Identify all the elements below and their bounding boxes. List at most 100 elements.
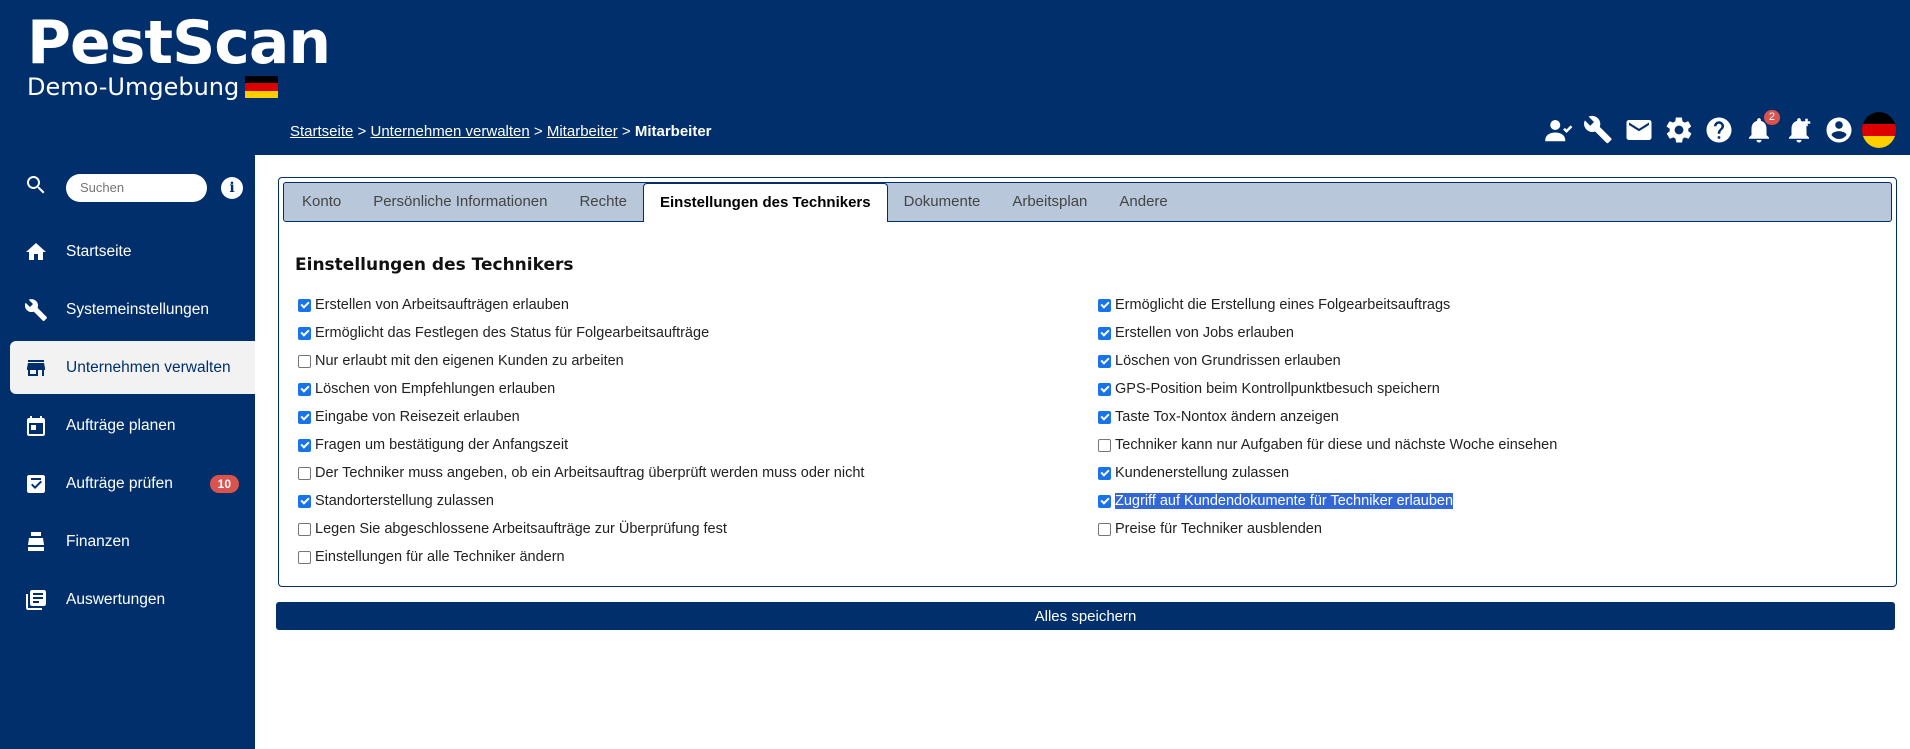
checkbox-unchecked[interactable] [298, 466, 311, 480]
setting-option[interactable]: Einstellungen für alle Techniker ändern [298, 543, 864, 571]
sidebar-item-label: Systemeinstellungen [66, 300, 210, 318]
sidebar-item-finanzen[interactable]: Finanzen [10, 515, 255, 568]
setting-option[interactable]: Eingabe von Reisezeit erlauben [298, 403, 864, 431]
setting-option[interactable]: Preise für Techniker ausblenden [1098, 515, 1557, 543]
breadcrumb-separator: > [533, 123, 543, 140]
settings-column-left: Erstellen von Arbeitsaufträgen erlauben E… [298, 291, 864, 571]
setting-option[interactable]: Nur erlaubt mit den eigenen Kunden zu ar… [298, 347, 864, 375]
account-icon[interactable] [1822, 112, 1856, 148]
checkbox-checked[interactable] [1098, 494, 1111, 508]
setting-option[interactable]: GPS-Position beim Kontrollpunktbesuch sp… [1098, 375, 1557, 403]
tools-icon[interactable] [1582, 112, 1616, 148]
search-icon[interactable] [24, 173, 48, 202]
setting-label: Kundenerstellung zulassen [1115, 465, 1290, 481]
sidebar-item-auftraege-pruefen[interactable]: Aufträge prüfen 10 [10, 457, 255, 510]
notifications-bell-icon[interactable]: 2 [1742, 110, 1780, 148]
sidebar-item-label: Aufträge prüfen [66, 474, 173, 492]
checkbox-checked[interactable] [1098, 466, 1111, 480]
breadcrumb-unternehmen-verwalten[interactable]: Unternehmen verwalten [370, 123, 529, 140]
breadcrumb-mitarbeiter[interactable]: Mitarbeiter [547, 123, 618, 140]
sidebar-item-startseite[interactable]: Startseite [10, 225, 255, 278]
checkbox-checked[interactable] [298, 438, 311, 452]
sidebar-item-auswertungen[interactable]: Auswertungen [10, 573, 255, 626]
tab-andere[interactable]: Andere [1103, 183, 1183, 221]
setting-option[interactable]: Kundenerstellung zulassen [1098, 459, 1557, 487]
setting-option[interactable]: Standorterstellung zulassen [298, 487, 864, 515]
section-title: Einstellungen des Technikers [295, 255, 574, 275]
main-content: Konto Persönliche Informationen Rechte E… [255, 155, 1910, 749]
sidebar-nav: Startseite Systemeinstellungen Unternehm… [10, 225, 255, 631]
checkbox-unchecked[interactable] [298, 354, 311, 368]
language-flag-de-icon[interactable] [1862, 112, 1896, 148]
tab-bar: Konto Persönliche Informationen Rechte E… [283, 182, 1892, 222]
checkbox-checked[interactable] [1098, 382, 1111, 396]
users-icon[interactable] [1542, 112, 1576, 148]
sidebar-item-unternehmen-verwalten[interactable]: Unternehmen verwalten [10, 341, 255, 394]
setting-label: Techniker kann nur Aufgaben für diese un… [1115, 437, 1558, 453]
setting-option[interactable]: Zugriff auf Kundendokumente für Technike… [1098, 487, 1557, 515]
setting-option[interactable]: Ermöglicht die Erstellung eines Folgearb… [1098, 291, 1557, 319]
header-toolbar: 2 [1542, 110, 1896, 148]
pending-count-badge: 10 [209, 474, 239, 493]
checkbox-checked[interactable] [298, 494, 311, 508]
checkbox-checked[interactable] [1098, 410, 1111, 424]
tab-arbeitsplan[interactable]: Arbeitsplan [996, 183, 1103, 221]
setting-option[interactable]: Löschen von Empfehlungen erlauben [298, 375, 864, 403]
breadcrumb-current: Mitarbeiter [634, 123, 712, 140]
checkbox-unchecked[interactable] [1098, 522, 1111, 536]
setting-label: Zugriff auf Kundendokumente für Technike… [1115, 493, 1454, 509]
logo[interactable]: PestScan Demo-Umgebung [27, 8, 331, 100]
cash-register-icon [28, 531, 44, 551]
setting-option[interactable]: Ermöglicht das Festlegen des Status für … [298, 319, 864, 347]
checkbox-checked[interactable] [1098, 298, 1111, 312]
checkbox-unchecked[interactable] [298, 550, 311, 564]
info-icon[interactable]: i [221, 176, 243, 199]
checkbox-checked[interactable] [298, 410, 311, 424]
setting-option[interactable]: Legen Sie abgeschlossene Arbeitsaufträge… [298, 515, 864, 543]
checkbox-unchecked[interactable] [1098, 438, 1111, 452]
setting-option[interactable]: Erstellen von Jobs erlauben [1098, 319, 1557, 347]
mail-icon[interactable] [1622, 112, 1656, 148]
breadcrumb: Startseite > Unternehmen verwalten > Mit… [290, 123, 712, 140]
tab-rechte[interactable]: Rechte [563, 183, 643, 221]
store-icon [27, 359, 45, 376]
setting-option[interactable]: Fragen um bestätigung der Anfangszeit [298, 431, 864, 459]
tab-persoenliche-informationen[interactable]: Persönliche Informationen [357, 183, 563, 221]
setting-label: Legen Sie abgeschlossene Arbeitsaufträge… [315, 521, 727, 537]
setting-label: Taste Tox-Nontox ändern anzeigen [1115, 409, 1339, 425]
save-all-button[interactable]: Alles speichern [276, 602, 1895, 630]
sidebar-item-label: Startseite [66, 242, 132, 260]
breadcrumb-separator: > [621, 123, 631, 140]
gear-icon[interactable] [1662, 112, 1696, 148]
bell-add-icon[interactable] [1782, 112, 1816, 148]
tab-einstellungen-des-technikers[interactable]: Einstellungen des Technikers [643, 183, 888, 222]
search-input[interactable] [66, 173, 207, 202]
tab-dokumente[interactable]: Dokumente [888, 183, 997, 221]
sidebar-item-label: Auswertungen [66, 590, 166, 608]
setting-option[interactable]: Taste Tox-Nontox ändern anzeigen [1098, 403, 1557, 431]
setting-option[interactable]: Erstellen von Arbeitsaufträgen erlauben [298, 291, 864, 319]
checkbox-checked[interactable] [298, 382, 311, 396]
help-icon[interactable] [1702, 112, 1736, 148]
setting-option[interactable]: Techniker kann nur Aufgaben für diese un… [1098, 431, 1557, 459]
checkbox-checked[interactable] [1098, 326, 1111, 340]
checkbox-unchecked[interactable] [298, 522, 311, 536]
setting-option[interactable]: Löschen von Grundrissen erlauben [1098, 347, 1557, 375]
checkbox-checked[interactable] [298, 298, 311, 312]
setting-option[interactable]: Der Techniker muss angeben, ob ein Arbei… [298, 459, 864, 487]
sidebar-item-auftraege-planen[interactable]: Aufträge planen [10, 399, 255, 452]
wrench-icon [24, 298, 47, 321]
sidebar-item-systemeinstellungen[interactable]: Systemeinstellungen [10, 283, 255, 336]
setting-label: GPS-Position beim Kontrollpunktbesuch sp… [1115, 381, 1440, 397]
checkbox-checked[interactable] [298, 326, 311, 340]
german-flag-icon [245, 76, 279, 98]
reports-icon [26, 589, 46, 610]
setting-label: Eingabe von Reisezeit erlauben [315, 409, 520, 425]
sidebar-item-label: Finanzen [66, 532, 130, 550]
setting-label: Nur erlaubt mit den eigenen Kunden zu ar… [315, 353, 624, 369]
setting-label: Standorterstellung zulassen [315, 493, 494, 509]
breadcrumb-startseite[interactable]: Startseite [290, 123, 353, 140]
checkbox-checked[interactable] [1098, 354, 1111, 368]
tab-konto[interactable]: Konto [286, 183, 357, 221]
setting-label: Fragen um bestätigung der Anfangszeit [315, 437, 569, 453]
